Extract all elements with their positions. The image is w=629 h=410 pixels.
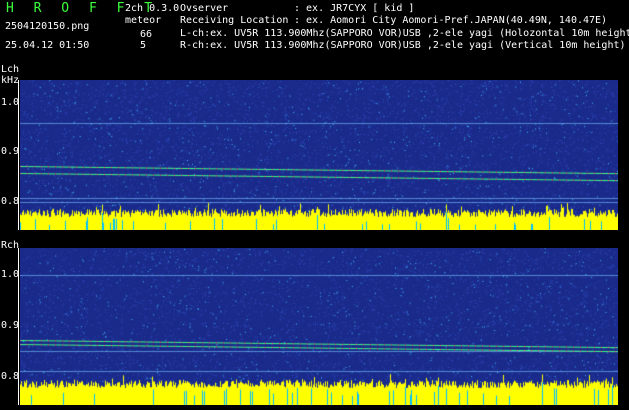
rch-count: 5 xyxy=(140,40,147,51)
lch-ytick-1: 1.0 xyxy=(1,97,20,108)
filename: 2504120150.png xyxy=(5,21,90,32)
lch-ytick-3: 0.8 xyxy=(1,196,20,207)
mode-version: 2ch 0.3.0 xyxy=(125,3,180,14)
lch-axis xyxy=(18,80,19,230)
lch-unit: kHz xyxy=(1,75,20,86)
lch-spectrogram-canvas xyxy=(20,80,618,230)
location-label: Receiving Location xyxy=(180,15,289,26)
timestamp: 25.04.12 01:50 xyxy=(5,40,90,51)
lch-ytick-2: 0.9 xyxy=(1,146,20,157)
location-value: : ex. Aomori City Aomori-Pref.JAPAN(40.4… xyxy=(294,15,608,26)
rch-spectrogram-canvas xyxy=(20,248,618,405)
observer-label: Ovserver xyxy=(180,3,229,14)
rch-spectrogram xyxy=(20,248,618,405)
observer-value: : ex. JR7CYX [ kid ] xyxy=(294,3,415,14)
rch-ytick-2: 0.9 xyxy=(1,320,20,331)
rch-ytick-1: 1.0 xyxy=(1,269,20,280)
rch-ytick-3: 0.8 xyxy=(1,371,20,382)
rch-label: Rch xyxy=(1,240,20,251)
mode-label: meteor xyxy=(125,15,162,26)
rch-axis xyxy=(18,248,19,405)
lch-spectrogram xyxy=(20,80,618,230)
rch-info: R-ch:ex. UV5R 113.900Mhz(SAPPORO VOR)USB… xyxy=(180,40,626,51)
lch-info: L-ch:ex. UV5R 113.900Mhz(SAPPORO VOR)USB… xyxy=(180,28,629,39)
